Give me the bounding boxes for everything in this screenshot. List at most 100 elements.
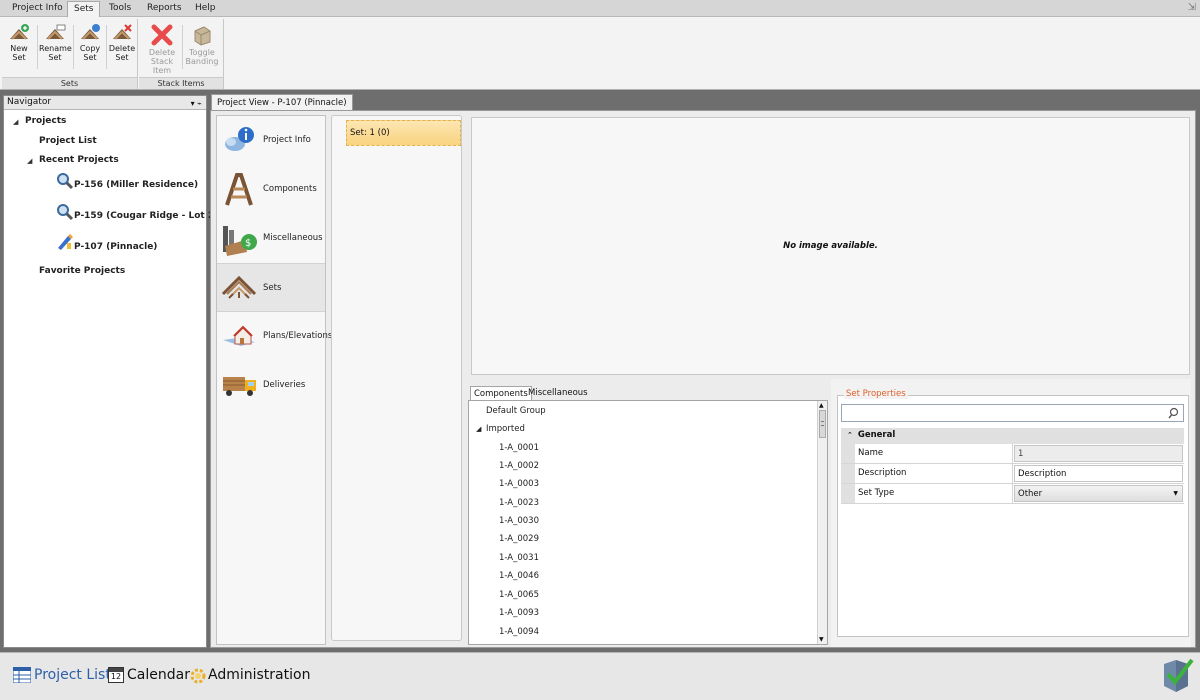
component-row[interactable]: 1-A_0023	[499, 498, 539, 508]
collapse-triangle-icon[interactable]: ◢	[476, 425, 481, 433]
section-plans-elevations[interactable]: Plans/Elevations	[217, 312, 332, 361]
copy-set-button[interactable]: Copy Set	[74, 21, 106, 73]
component-row[interactable]: 1-A_0093	[499, 608, 539, 618]
nav-calendar[interactable]: Calendar	[127, 667, 190, 683]
menu-bar: Project Info Sets Tools Reports Help ⇲	[0, 0, 1200, 17]
property-name: Set Type	[841, 484, 1013, 503]
search-icon[interactable]	[1168, 407, 1180, 419]
rename-set-button[interactable]: Rename Set	[39, 21, 72, 73]
navigator-title: Navigator	[7, 97, 52, 107]
component-row[interactable]: 1-A_0002	[499, 461, 539, 471]
section-components[interactable]: Components	[217, 165, 325, 214]
properties-category-general[interactable]: ⌃ General	[841, 428, 1184, 444]
project-info-icon	[225, 127, 254, 151]
menu-tab-tools[interactable]: Tools	[103, 1, 137, 17]
truck-icon	[223, 377, 256, 396]
property-value-description[interactable]: Description	[1014, 465, 1183, 482]
set-type-dropdown[interactable]: Other ▼	[1014, 485, 1183, 502]
section-miscellaneous[interactable]: $ Miscellaneous	[217, 214, 325, 263]
component-row[interactable]: 1-A_0031	[499, 553, 539, 563]
calendar-icon[interactable]: 12	[108, 667, 124, 683]
components-icon	[225, 173, 253, 206]
component-row[interactable]: 1-A_0094	[499, 627, 539, 637]
set-properties-legend: Set Properties	[844, 389, 908, 399]
delete-icon	[151, 24, 173, 46]
scrollbar-thumb[interactable]	[819, 410, 826, 438]
collapse-triangle-icon[interactable]: ◢	[27, 157, 32, 165]
set-type-value: Other	[1018, 489, 1043, 499]
ribbon-group-sets: New Set Rename Set Copy Set Delete Set S…	[2, 19, 138, 89]
administration-icon[interactable]	[189, 667, 207, 688]
component-row[interactable]: 1-A_0030	[499, 516, 539, 526]
category-label: General	[857, 430, 896, 440]
components-scrollbar[interactable]: ▲ ▼	[817, 401, 827, 644]
section-deliveries[interactable]: Deliveries	[217, 361, 325, 410]
tree-projects[interactable]: Projects	[25, 116, 66, 126]
nav-administration[interactable]: Administration	[208, 667, 310, 683]
resize-grip-icon: ⇲	[1187, 2, 1196, 13]
component-row[interactable]: 1-A_0029	[499, 534, 539, 544]
rename-set-icon	[46, 24, 66, 40]
sets-icon	[221, 275, 257, 299]
ribbon-group-stack-items: Delete Stack Item Toggle Banding Stack I…	[139, 19, 224, 89]
plans-elevations-icon	[223, 325, 255, 346]
ribbon: New Set Rename Set Copy Set Delete Set S…	[0, 17, 1200, 90]
ribbon-separator	[37, 25, 38, 69]
new-set-icon	[10, 24, 29, 40]
dropdown-arrow-icon[interactable]: ▼	[1173, 486, 1178, 502]
collapse-triangle-icon[interactable]: ◢	[13, 118, 18, 126]
ribbon-separator	[182, 25, 183, 69]
delete-set-icon	[113, 24, 132, 40]
recent-project-item[interactable]: P-159 (Cougar Ridge - Lot 259)	[74, 211, 231, 221]
tree-recent-projects[interactable]: Recent Projects	[39, 155, 119, 165]
component-row[interactable]: 1-A_0001	[499, 443, 539, 453]
project-list-icon[interactable]	[12, 666, 32, 686]
collapse-chevron-icon[interactable]: ⌃	[847, 431, 853, 439]
property-row-name: Name 1	[841, 444, 1184, 464]
toggle-banding-button[interactable]: Toggle Banding	[184, 21, 220, 73]
scroll-down-icon[interactable]: ▼	[819, 636, 824, 643]
menu-tab-sets[interactable]: Sets	[67, 1, 101, 17]
menu-tab-reports[interactable]: Reports	[141, 1, 188, 17]
menu-tab-project-info[interactable]: Project Info	[6, 1, 69, 17]
section-list: Project Info Components $ Miscellaneous …	[216, 115, 332, 645]
properties-search-input[interactable]	[841, 404, 1184, 422]
section-project-info[interactable]: Project Info	[217, 116, 325, 165]
navigator-header: Navigator ▾ ⌁	[4, 96, 206, 110]
set-list	[331, 115, 462, 641]
tab-project-view[interactable]: Project View - P-107 (Pinnacle)	[211, 94, 353, 111]
recent-project-item[interactable]: P-156 (Miller Residence)	[74, 180, 198, 190]
recent-project-item[interactable]: P-107 (Pinnacle)	[74, 242, 157, 252]
set-list-item[interactable]: Set: 1 (0)	[346, 120, 461, 146]
property-row-set-type: Set Type Other ▼	[841, 484, 1184, 504]
scroll-up-icon[interactable]: ▲	[819, 402, 824, 409]
svg-text:$: $	[245, 238, 251, 249]
copy-set-icon	[81, 24, 100, 40]
property-value-name: 1	[1014, 445, 1183, 462]
status-check-icon	[1160, 656, 1194, 697]
component-row[interactable]: 1-A_0046	[499, 571, 539, 581]
delete-set-button[interactable]: Delete Set	[106, 21, 138, 73]
no-image-message: No image available.	[783, 241, 878, 251]
tab-components[interactable]: Components	[470, 386, 532, 401]
section-sets[interactable]: Sets	[217, 263, 325, 312]
navigator-panel: Navigator ▾ ⌁ ◢ Projects Project List ◢ …	[3, 95, 231, 648]
nav-project-list[interactable]: Project List	[34, 667, 111, 683]
component-row[interactable]: 1-A_0003	[499, 479, 539, 489]
menu-tab-help[interactable]: Help	[189, 1, 222, 17]
tree-group-default[interactable]: Default Group	[486, 406, 546, 416]
new-set-button[interactable]: New Set	[3, 21, 35, 73]
tree-group-imported[interactable]: Imported	[486, 424, 525, 434]
ribbon-group-label: Sets	[2, 77, 137, 89]
tree-project-list[interactable]: Project List	[39, 136, 97, 146]
pin-icon[interactable]: ▾ ⌁	[191, 97, 202, 110]
magnifier-icon	[56, 203, 74, 224]
tree-favorite-projects[interactable]: Favorite Projects	[39, 266, 125, 276]
pencil-icon	[56, 232, 74, 253]
delete-stack-item-button[interactable]: Delete Stack Item	[142, 21, 182, 75]
property-row-description: Description Description	[841, 464, 1184, 484]
banding-icon	[194, 26, 211, 46]
tab-miscellaneous[interactable]: Miscellaneous	[525, 386, 591, 401]
component-row[interactable]: 1-A_0065	[499, 590, 539, 600]
magnifier-icon	[56, 172, 74, 193]
